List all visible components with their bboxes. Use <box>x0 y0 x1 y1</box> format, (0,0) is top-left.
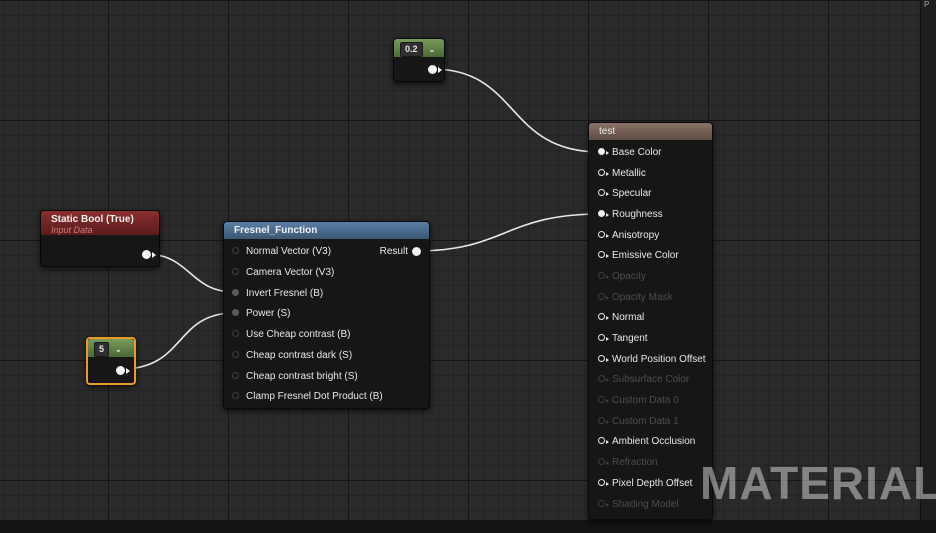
pin-filled-icon <box>598 148 605 155</box>
pin-arrow-icon <box>606 503 609 507</box>
material-title: test <box>599 126 616 137</box>
fresnel-header: Fresnel_Function <box>224 222 429 239</box>
output-pin-icon[interactable] <box>142 250 151 259</box>
constant-node-header: 0.2 ⌄ <box>394 39 444 57</box>
chevron-down-icon[interactable]: ⌄ <box>115 345 122 354</box>
constant-value[interactable]: 0.2 <box>400 42 423 57</box>
pin-arrow-icon <box>152 252 156 258</box>
pin-arrow-icon <box>606 337 609 341</box>
material-result-node[interactable]: test Base Color Metallic Specular Roughn… <box>588 122 713 520</box>
constant-node-5[interactable]: 5 ⌄ <box>86 337 136 385</box>
pin-open-icon <box>598 479 605 486</box>
pin-open-icon <box>598 334 605 341</box>
material-watermark: MATERIAL <box>700 457 936 509</box>
pin-arrow-icon <box>606 275 609 279</box>
constant-node-0-2[interactable]: 0.2 ⌄ <box>393 38 445 82</box>
pin-open-icon <box>232 392 239 399</box>
pin-open-icon <box>598 189 605 196</box>
constant-node-header: 5 ⌄ <box>88 339 134 357</box>
output-pin-icon[interactable] <box>428 65 437 74</box>
pin-filled-icon <box>598 210 605 217</box>
fresnel-function-node[interactable]: Fresnel_Function Normal Vector (V3) Came… <box>223 221 430 409</box>
pin-arrow-icon <box>606 192 609 196</box>
pin-filled-icon <box>232 289 239 296</box>
pin-arrow-icon <box>606 316 609 320</box>
static-bool-subtitle: Input Data <box>51 225 93 235</box>
static-bool-header: Static Bool (True) Input Data <box>41 211 159 235</box>
pin-arrow-icon <box>606 172 609 176</box>
pin-open-icon <box>598 375 605 382</box>
pin-open-icon <box>598 500 605 507</box>
static-bool-title: Static Bool (True) <box>51 214 134 225</box>
pin-open-icon <box>598 293 605 300</box>
pin-arrow-icon <box>606 151 609 155</box>
pin-open-icon <box>232 351 239 358</box>
pin-open-icon <box>598 437 605 444</box>
pin-open-icon <box>232 372 239 379</box>
pin-open-icon <box>232 330 239 337</box>
pin-arrow-icon <box>126 368 130 374</box>
pin-open-icon <box>598 458 605 465</box>
material-header: test <box>589 123 712 140</box>
pin-arrow-icon <box>606 378 609 382</box>
pin-arrow-icon <box>606 482 609 486</box>
pin-arrow-icon <box>606 234 609 238</box>
pin-arrow-icon <box>438 67 442 73</box>
pin-filled-icon <box>232 309 239 316</box>
pin-arrow-icon <box>606 254 609 258</box>
pin-arrow-icon <box>606 440 609 444</box>
pin-arrow-icon <box>606 420 609 424</box>
pin-open-icon <box>598 251 605 258</box>
pin-open-icon <box>598 355 605 362</box>
pin-filled-icon <box>412 247 421 256</box>
pin-open-icon <box>598 272 605 279</box>
output-pin-icon[interactable] <box>116 366 125 375</box>
bottom-bar <box>0 520 936 533</box>
corner-label: P <box>924 0 930 9</box>
pin-open-icon <box>598 313 605 320</box>
pin-arrow-icon <box>606 399 609 403</box>
static-bool-node[interactable]: Static Bool (True) Input Data <box>40 210 160 267</box>
chevron-down-icon[interactable]: ⌄ <box>429 45 436 54</box>
pin-arrow-icon <box>606 358 609 362</box>
right-panel-edge: P <box>920 0 936 520</box>
constant-value[interactable]: 5 <box>94 342 110 357</box>
fresnel-title: Fresnel_Function <box>234 225 318 236</box>
pin-arrow-icon <box>606 461 609 465</box>
pin-open-icon <box>232 247 239 254</box>
pin-open-icon <box>232 268 239 275</box>
pin-open-icon <box>598 417 605 424</box>
fresnel-output-result[interactable]: Result <box>374 245 424 259</box>
pin-open-icon <box>598 169 605 176</box>
pin-arrow-icon <box>606 296 609 300</box>
pin-arrow-icon <box>606 213 609 217</box>
pin-open-icon <box>598 231 605 238</box>
pin-open-icon <box>598 396 605 403</box>
